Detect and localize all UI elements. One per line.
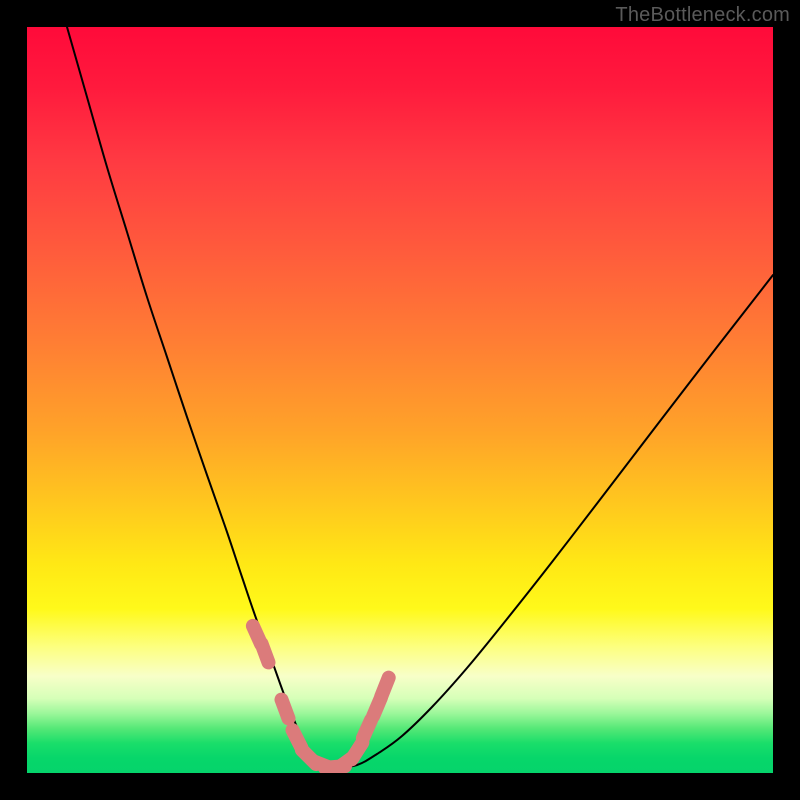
- chart-svg: [27, 27, 773, 773]
- marker-dot: [363, 720, 371, 738]
- marker-dot: [282, 700, 289, 719]
- bottleneck-curve: [67, 27, 773, 767]
- marker-dot: [352, 743, 363, 760]
- marker-dot: [381, 678, 388, 697]
- watermark-text: TheBottleneck.com: [615, 4, 790, 27]
- marker-group: [253, 626, 389, 769]
- plot-area: [27, 27, 773, 773]
- marker-dot: [262, 644, 269, 663]
- outer-frame: TheBottleneck.com: [0, 0, 800, 800]
